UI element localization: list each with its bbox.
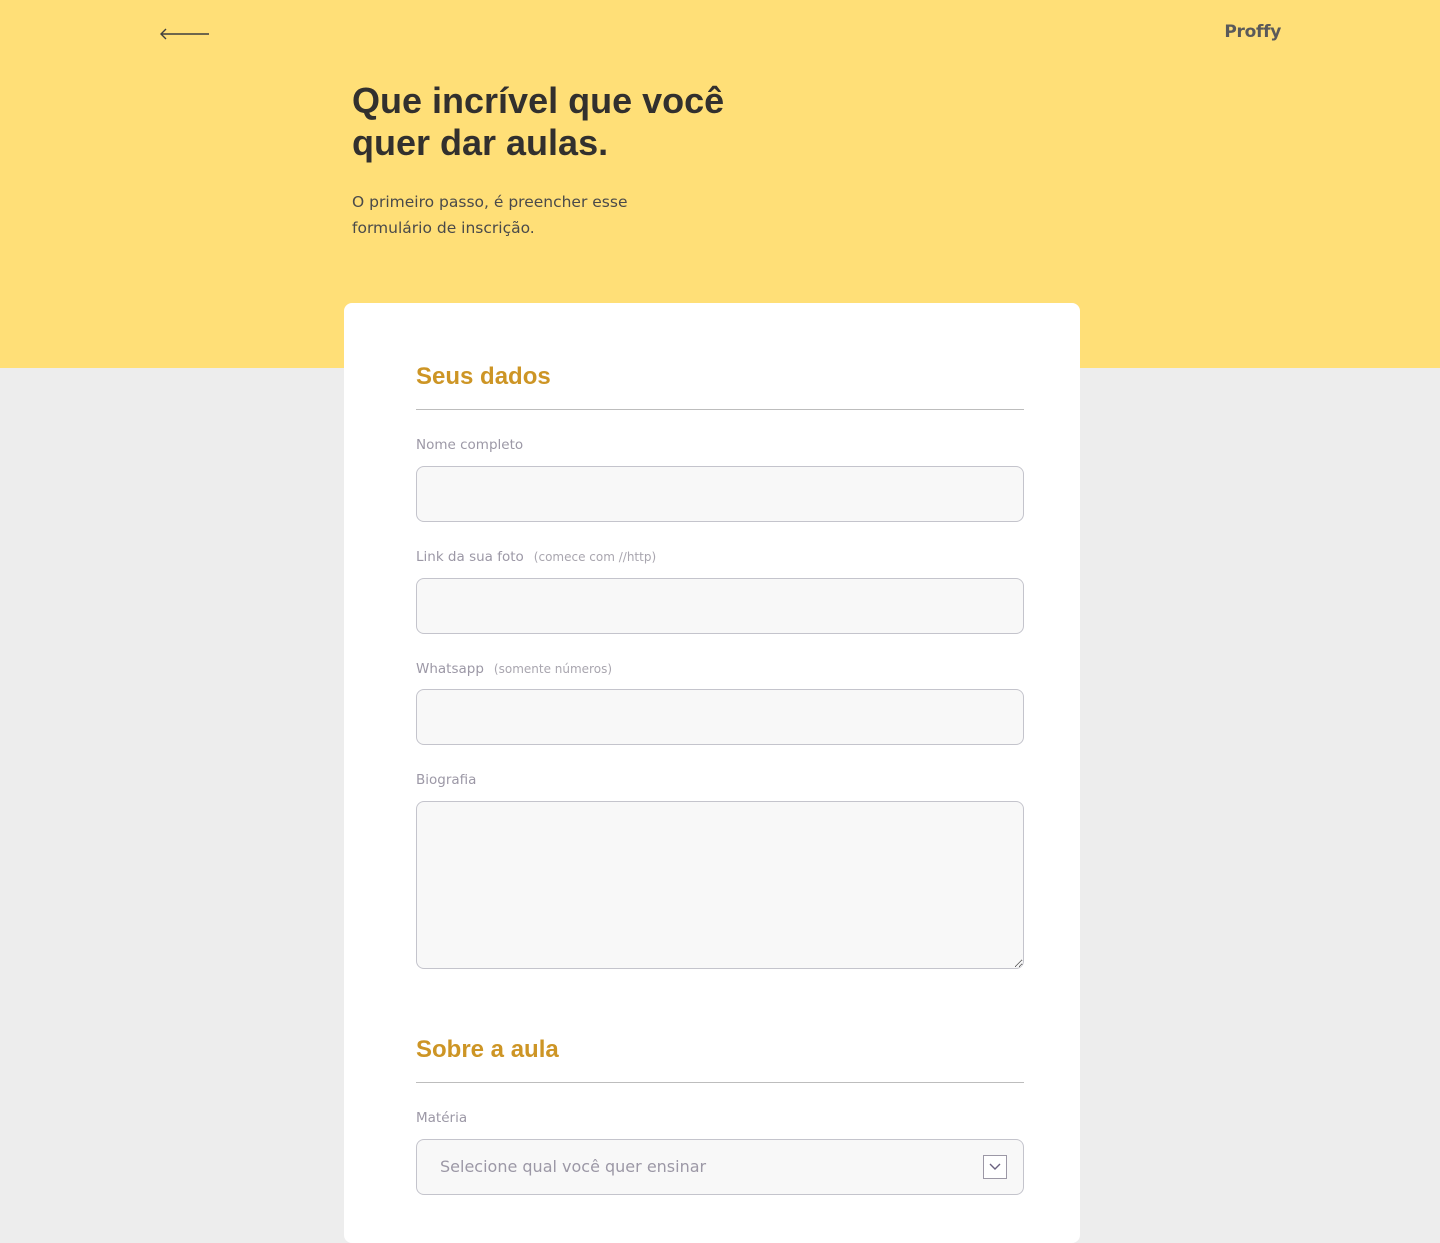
section-divider <box>416 1082 1024 1083</box>
whatsapp-input[interactable] <box>416 689 1024 745</box>
page-subtitle-line2: formulário de inscrição. <box>352 219 535 237</box>
whatsapp-label-hint: (somente números) <box>493 662 613 676</box>
section-divider <box>416 409 1024 410</box>
bio-textarea[interactable] <box>416 801 1024 969</box>
form-card: Seus dados Nome completo Link da sua fot… <box>344 303 1080 1243</box>
name-label-text: Nome completo <box>416 437 524 453</box>
chevron-down-icon[interactable] <box>983 1155 1007 1179</box>
whatsapp-label: Whatsapp (somente números) <box>416 661 612 677</box>
bio-label: Biografia <box>416 772 476 788</box>
page-title-line1: Que incrível que você <box>352 80 725 121</box>
page-subtitle-line1: O primeiro passo, é preencher esse <box>352 193 628 211</box>
page-title: Que incrível que você quer dar aulas. <box>352 80 772 164</box>
arrow-left-icon[interactable] <box>158 24 212 44</box>
subject-label: Matéria <box>416 1110 467 1126</box>
subject-select[interactable]: Selecione qual você quer ensinar <box>416 1139 1024 1195</box>
name-input[interactable] <box>416 466 1024 522</box>
section-title-personal: Seus dados <box>416 363 551 390</box>
subject-label-text: Matéria <box>416 1110 468 1126</box>
bio-label-text: Biografia <box>416 772 477 788</box>
name-label: Nome completo <box>416 437 523 453</box>
page-subtitle: O primeiro passo, é preencher esse formu… <box>352 189 662 241</box>
whatsapp-label-text: Whatsapp <box>416 661 484 677</box>
subject-select-placeholder: Selecione qual você quer ensinar <box>440 1157 707 1176</box>
proffy-logo: Proffy <box>1224 22 1281 42</box>
section-title-class: Sobre a aula <box>416 1036 559 1063</box>
photo-url-input[interactable] <box>416 578 1024 634</box>
page-title-line2: quer dar aulas. <box>352 122 609 163</box>
photo-label: Link da sua foto (comece com //http) <box>416 549 656 565</box>
photo-label-hint: (comece com //http) <box>533 550 657 564</box>
photo-label-text: Link da sua foto <box>416 549 524 565</box>
